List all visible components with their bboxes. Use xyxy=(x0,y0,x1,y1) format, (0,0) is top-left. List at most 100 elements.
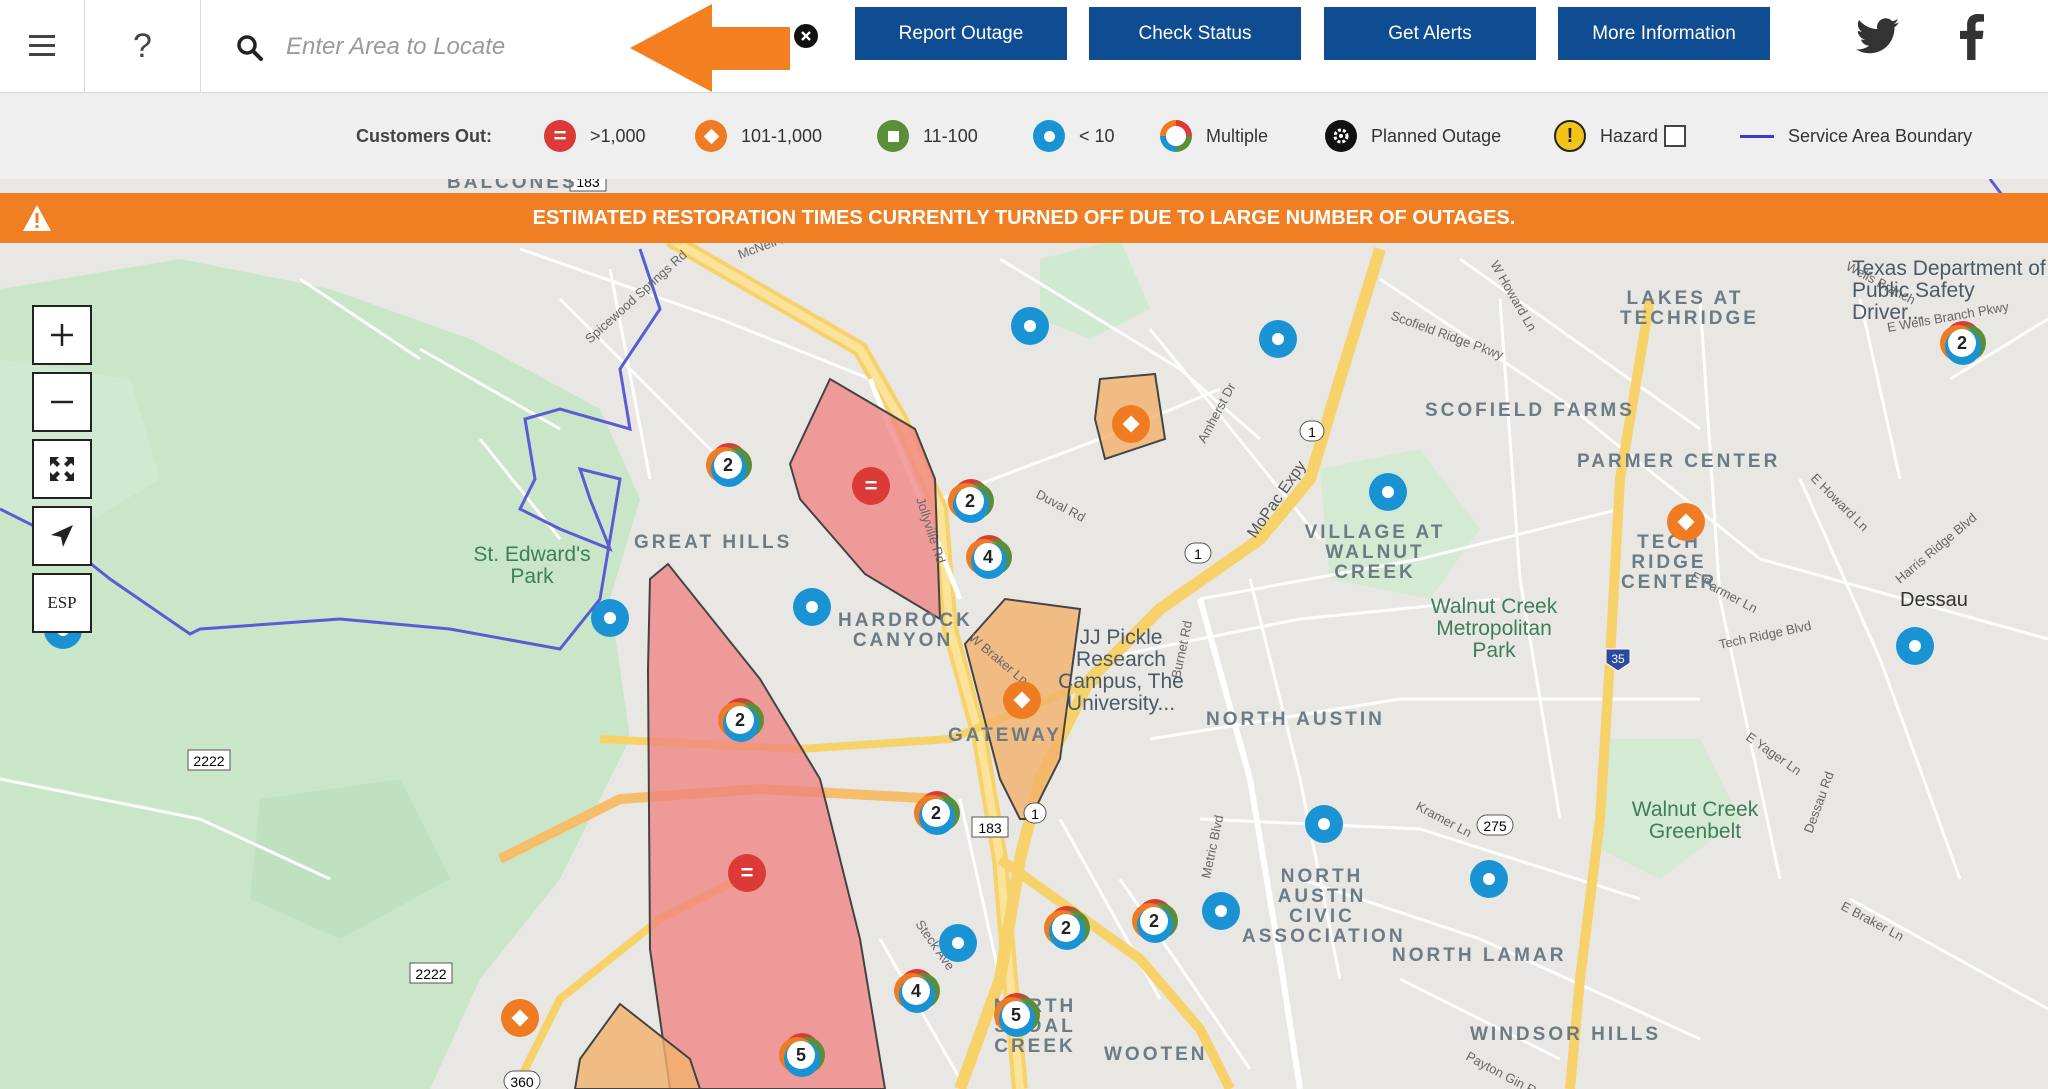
outage-count: 5 xyxy=(1002,1001,1030,1029)
area-label: GREAT HILLS xyxy=(634,532,793,553)
route-shield: 2222 xyxy=(415,966,446,982)
multiple-outage-icon xyxy=(1160,120,1192,152)
outage-marker-large[interactable] xyxy=(728,854,766,892)
route-shield: 275 xyxy=(1483,818,1507,834)
outage-marker-tiny[interactable] xyxy=(1202,892,1240,930)
legend-item-small: 11-100 xyxy=(877,93,978,179)
multiple-outage-marker[interactable]: 2 xyxy=(1132,899,1178,943)
area-label: PARMER CENTER xyxy=(1577,451,1781,472)
multiple-outage-marker[interactable]: 2 xyxy=(1044,906,1090,950)
outage-marker-tiny[interactable] xyxy=(591,599,629,637)
legend-item-large: = >1,000 xyxy=(544,93,646,179)
multiple-outage-marker[interactable]: 2 xyxy=(1940,321,1986,365)
outage-count: 2 xyxy=(956,487,984,515)
twitter-icon[interactable] xyxy=(1856,18,1900,56)
legend-label: Hazard xyxy=(1600,125,1659,146)
multiple-outage-marker[interactable]: 2 xyxy=(718,698,764,742)
outage-count: 4 xyxy=(974,543,1002,571)
expand-icon xyxy=(50,457,74,481)
area-label: WINDSOR HILLS xyxy=(1470,1024,1661,1045)
place-label: Dessau xyxy=(1900,589,1968,611)
legend-label: < 10 xyxy=(1079,125,1115,146)
outage-count: 2 xyxy=(1140,907,1168,935)
area-label: NORTH AUSTIN CIVIC ASSOCIATION xyxy=(1242,866,1406,947)
park-label: St. Edward's Park xyxy=(473,543,591,588)
route-shield: 2222 xyxy=(193,753,224,769)
legend-bar: Customers Out: = >1,000 101-1,000 11-100 … xyxy=(0,93,2048,179)
plus-icon xyxy=(51,324,73,346)
outage-marker-tiny[interactable] xyxy=(1011,307,1049,345)
outage-marker-tiny[interactable] xyxy=(1470,860,1508,898)
area-label: SCOFIELD FARMS xyxy=(1425,400,1635,421)
park-label: Walnut Creek Greenbelt xyxy=(1631,798,1759,843)
legend-label: Service Area Boundary xyxy=(1788,125,1973,146)
multiple-outage-marker[interactable]: 5 xyxy=(779,1033,825,1077)
legend-item-hazard: ! Hazard xyxy=(1554,93,1687,179)
tiny-outage-icon xyxy=(1033,120,1065,152)
check-status-button[interactable]: Check Status xyxy=(1089,7,1301,60)
route-shield: 183 xyxy=(978,820,1002,836)
facebook-icon[interactable] xyxy=(1960,14,1984,60)
language-button[interactable]: ESP xyxy=(32,573,92,633)
legend-label: 11-100 xyxy=(923,125,978,146)
multiple-outage-marker[interactable]: 2 xyxy=(706,443,752,487)
outage-marker-medium[interactable] xyxy=(501,999,539,1037)
multiple-outage-marker[interactable]: 4 xyxy=(894,969,940,1013)
legend-title: Customers Out: xyxy=(356,125,493,146)
get-alerts-button[interactable]: Get Alerts xyxy=(1324,7,1536,60)
multiple-outage-marker[interactable]: 4 xyxy=(966,535,1012,579)
fullscreen-button[interactable] xyxy=(32,439,92,499)
banner-text: ESTIMATED RESTORATION TIMES CURRENTLY TU… xyxy=(532,207,1516,229)
outage-marker-tiny[interactable] xyxy=(1369,473,1407,511)
outage-marker-large[interactable] xyxy=(852,467,890,505)
outage-marker-medium[interactable] xyxy=(1112,405,1150,443)
multiple-outage-marker[interactable]: 2 xyxy=(914,791,960,835)
hamburger-icon xyxy=(29,35,55,56)
outage-count: 5 xyxy=(787,1041,815,1069)
route-shield: 35 xyxy=(1611,652,1625,666)
route-shield: 1 xyxy=(1308,424,1316,440)
multiple-outage-marker[interactable]: 2 xyxy=(948,479,994,523)
report-outage-button[interactable]: Report Outage xyxy=(855,7,1067,60)
route-shield: 1 xyxy=(1194,546,1202,562)
clear-search-button[interactable] xyxy=(794,24,818,48)
outage-count: 4 xyxy=(902,977,930,1005)
more-information-button[interactable]: More Information xyxy=(1558,7,1770,60)
outage-marker-medium[interactable] xyxy=(1003,681,1041,719)
close-icon xyxy=(801,31,811,41)
outage-marker-tiny[interactable] xyxy=(793,588,831,626)
outage-marker-medium[interactable] xyxy=(1667,503,1705,541)
legend-item-tiny: < 10 xyxy=(1033,93,1115,179)
legend-label: Planned Outage xyxy=(1371,125,1502,146)
legend-item-planned: Planned Outage xyxy=(1325,93,1501,179)
arrow-left-icon xyxy=(630,4,790,92)
minus-icon xyxy=(51,400,73,404)
planned-outage-icon xyxy=(1325,120,1357,152)
route-shield: 183 xyxy=(576,179,600,190)
multiple-outage-marker[interactable]: 5 xyxy=(994,993,1040,1037)
zoom-out-button[interactable] xyxy=(32,372,92,432)
outage-count: 2 xyxy=(1948,329,1976,357)
legend-item-multiple: Multiple xyxy=(1160,93,1268,179)
medium-outage-icon xyxy=(695,120,727,152)
help-button[interactable]: ? xyxy=(85,0,201,92)
boundary-line-icon xyxy=(1740,134,1774,138)
hazard-checkbox[interactable] xyxy=(1664,125,1687,147)
locate-me-button[interactable] xyxy=(32,506,92,566)
outage-marker-tiny[interactable] xyxy=(1259,320,1297,358)
legend-item-boundary: Service Area Boundary xyxy=(1740,93,1972,179)
outage-count: 2 xyxy=(714,451,742,479)
outage-marker-tiny[interactable] xyxy=(1305,805,1343,843)
area-label: NORTH AUSTIN xyxy=(1206,709,1385,730)
outage-marker-tiny[interactable] xyxy=(939,924,977,962)
hazard-icon: ! xyxy=(1554,120,1586,152)
legend-label: Multiple xyxy=(1206,125,1269,146)
area-label: GATEWAY xyxy=(948,725,1062,746)
outage-map[interactable]: 183 1 1 35 275 2222 2222 360 183 1 MoPac… xyxy=(0,173,2048,1089)
outage-marker-tiny[interactable] xyxy=(1896,627,1934,665)
menu-button[interactable] xyxy=(0,0,85,92)
small-outage-icon xyxy=(877,120,909,152)
zoom-in-button[interactable] xyxy=(32,305,92,365)
legend-label: >1,000 xyxy=(590,125,646,146)
area-label: VILLAGE AT WALNUT CREEK xyxy=(1304,522,1446,583)
